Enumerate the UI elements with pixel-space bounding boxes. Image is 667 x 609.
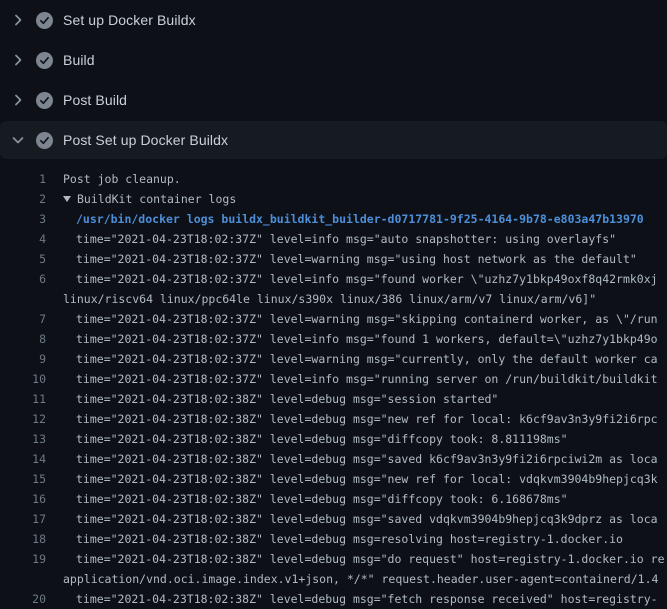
log-line: 3 /usr/bin/docker logs buildx_buildkit_b…: [0, 209, 667, 229]
log-line-number[interactable]: 1: [0, 169, 46, 189]
log-line-text: Post job cleanup.: [63, 169, 181, 189]
log-line: 17 time="2021-04-23T18:02:38Z" level=deb…: [0, 509, 667, 529]
log-line: 20 time="2021-04-23T18:02:38Z" level=deb…: [0, 589, 667, 609]
log-line: 11 time="2021-04-23T18:02:38Z" level=deb…: [0, 389, 667, 409]
log-line: 16 time="2021-04-23T18:02:38Z" level=deb…: [0, 489, 667, 509]
check-circle-icon: [36, 12, 53, 29]
check-circle-icon: [36, 92, 53, 109]
log-line-text: time="2021-04-23T18:02:37Z" level=warnin…: [76, 349, 658, 369]
collapse-triangle-icon: [63, 196, 71, 202]
log-line-text: time="2021-04-23T18:02:37Z" level=warnin…: [76, 309, 658, 329]
log-line-text: time="2021-04-23T18:02:38Z" level=debug …: [76, 389, 498, 409]
log-line-text: time="2021-04-23T18:02:37Z" level=warnin…: [76, 249, 637, 269]
log-line-text: time="2021-04-23T18:02:38Z" level=debug …: [76, 449, 658, 469]
log-line: 5 time="2021-04-23T18:02:37Z" level=warn…: [0, 249, 667, 269]
chevron-down-icon: [10, 132, 26, 148]
log-line-text: /usr/bin/docker logs buildx_buildkit_bui…: [76, 209, 644, 229]
log-line: 13 time="2021-04-23T18:02:38Z" level=deb…: [0, 429, 667, 449]
log-line-number[interactable]: 11: [0, 389, 46, 409]
log-line-text: time="2021-04-23T18:02:38Z" level=debug …: [76, 489, 568, 509]
log-line: application/vnd.oci.image.index.v1+json,…: [0, 569, 667, 589]
log-group-toggle[interactable]: BuildKit container logs: [63, 189, 236, 209]
log-line-text: application/vnd.oci.image.index.v1+json,…: [63, 569, 658, 589]
log-line-text: linux/riscv64 linux/ppc64le linux/s390x …: [63, 289, 596, 309]
log-line-number[interactable]: [0, 569, 46, 589]
log-line: 9 time="2021-04-23T18:02:37Z" level=warn…: [0, 349, 667, 369]
log-line-number[interactable]: 2: [0, 189, 46, 209]
log-line-text: time="2021-04-23T18:02:38Z" level=debug …: [76, 429, 568, 449]
step-label: Post Set up Docker Buildx: [63, 132, 228, 148]
log-line-number[interactable]: 7: [0, 309, 46, 329]
log-line-number[interactable]: 4: [0, 229, 46, 249]
log-line-number[interactable]: 8: [0, 329, 46, 349]
log-line-number[interactable]: 17: [0, 509, 46, 529]
step-row[interactable]: Set up Docker Buildx: [0, 0, 667, 40]
log-line-text: time="2021-04-23T18:02:38Z" level=debug …: [76, 549, 665, 569]
log-line-text: time="2021-04-23T18:02:38Z" level=debug …: [76, 529, 623, 549]
log-line-number[interactable]: 13: [0, 429, 46, 449]
log-line-number[interactable]: [0, 289, 46, 309]
step-row[interactable]: Build: [0, 40, 667, 80]
log-line-text: time="2021-04-23T18:02:38Z" level=debug …: [76, 509, 658, 529]
log-line-number[interactable]: 18: [0, 529, 46, 549]
log-line: 4 time="2021-04-23T18:02:37Z" level=info…: [0, 229, 667, 249]
log-line-number[interactable]: 19: [0, 549, 46, 569]
log-line-number[interactable]: 12: [0, 409, 46, 429]
steps-list: Set up Docker Buildx Build Post Build Po…: [0, 0, 667, 159]
log-line: 8 time="2021-04-23T18:02:37Z" level=info…: [0, 329, 667, 349]
log-line-text: time="2021-04-23T18:02:38Z" level=debug …: [76, 469, 658, 489]
log-line: 12 time="2021-04-23T18:02:38Z" level=deb…: [0, 409, 667, 429]
log-line-text: time="2021-04-23T18:02:38Z" level=debug …: [76, 409, 658, 429]
log-line-text: time="2021-04-23T18:02:37Z" level=info m…: [76, 369, 658, 389]
log-line-text: time="2021-04-23T18:02:37Z" level=info m…: [76, 269, 658, 289]
log-line: 2 BuildKit container logs: [0, 189, 667, 209]
log-line-number[interactable]: 5: [0, 249, 46, 269]
log-line-text: time="2021-04-23T18:02:37Z" level=info m…: [76, 329, 658, 349]
chevron-right-icon: [10, 52, 26, 68]
log-line-number[interactable]: 16: [0, 489, 46, 509]
step-label: Set up Docker Buildx: [63, 12, 196, 28]
log-line-number[interactable]: 3: [0, 209, 46, 229]
log-line: 7 time="2021-04-23T18:02:37Z" level=warn…: [0, 309, 667, 329]
workflow-log-viewer: Set up Docker Buildx Build Post Build Po…: [0, 0, 667, 609]
step-row[interactable]: Post Set up Docker Buildx: [0, 121, 667, 159]
log-line: 1 Post job cleanup.: [0, 169, 667, 189]
log-line-number[interactable]: 20: [0, 589, 46, 609]
log-line-number[interactable]: 6: [0, 269, 46, 289]
log-line-number[interactable]: 9: [0, 349, 46, 369]
log-line: 6 time="2021-04-23T18:02:37Z" level=info…: [0, 269, 667, 289]
check-circle-icon: [36, 52, 53, 69]
log-line: 14 time="2021-04-23T18:02:38Z" level=deb…: [0, 449, 667, 469]
log-area: 1 Post job cleanup. 2 BuildKit container…: [0, 159, 667, 609]
step-label: Post Build: [63, 92, 127, 108]
log-line-number[interactable]: 14: [0, 449, 46, 469]
log-line: 19 time="2021-04-23T18:02:38Z" level=deb…: [0, 549, 667, 569]
step-label: Build: [63, 52, 95, 68]
log-line: 15 time="2021-04-23T18:02:38Z" level=deb…: [0, 469, 667, 489]
chevron-right-icon: [10, 92, 26, 108]
check-circle-icon: [36, 132, 53, 149]
log-line-text: time="2021-04-23T18:02:37Z" level=info m…: [76, 229, 616, 249]
step-row[interactable]: Post Build: [0, 80, 667, 120]
log-line-number[interactable]: 15: [0, 469, 46, 489]
log-line: 10 time="2021-04-23T18:02:37Z" level=inf…: [0, 369, 667, 389]
log-line: linux/riscv64 linux/ppc64le linux/s390x …: [0, 289, 667, 309]
chevron-right-icon: [10, 12, 26, 28]
log-line-text: time="2021-04-23T18:02:38Z" level=debug …: [76, 589, 658, 609]
log-line: 18 time="2021-04-23T18:02:38Z" level=deb…: [0, 529, 667, 549]
log-line-number[interactable]: 10: [0, 369, 46, 389]
